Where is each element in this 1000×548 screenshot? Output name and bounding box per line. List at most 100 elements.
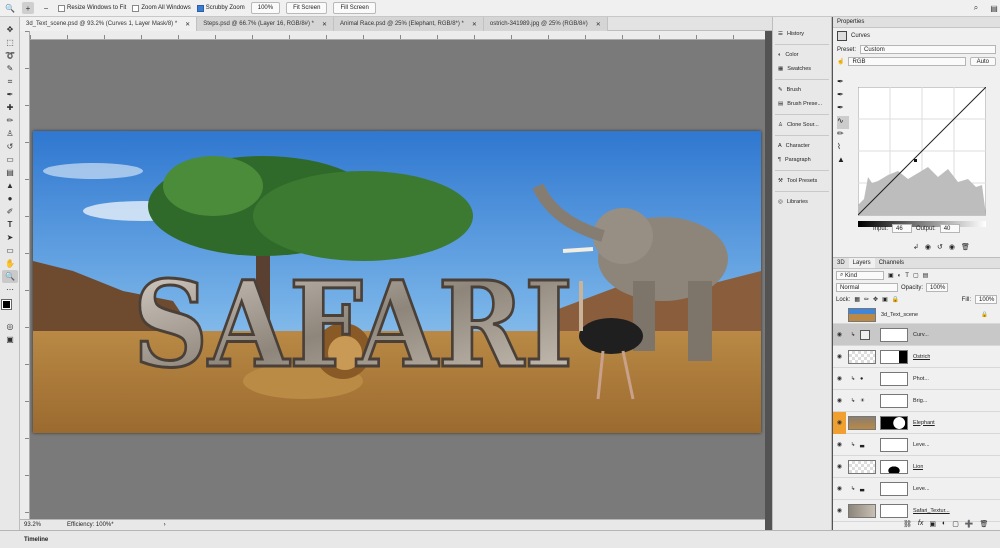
preset-select[interactable]: Custom: [860, 45, 996, 54]
more-tools-icon[interactable]: ⋯: [2, 283, 18, 296]
fill-field[interactable]: 100%: [975, 295, 997, 304]
curves-graph[interactable]: [858, 87, 986, 231]
eyedropper-white-icon[interactable]: ✒: [837, 103, 849, 116]
layer-row[interactable]: ◉ ↳ ● Phot...: [833, 368, 1000, 390]
zoom-tool-icon[interactable]: 🔍: [4, 2, 16, 14]
trash-icon[interactable]: 🗑: [961, 243, 970, 251]
dock-brush-presets[interactable]: ▤ Brush Prese...: [773, 97, 831, 111]
dock-swatches[interactable]: ▦ Swatches: [773, 62, 831, 76]
zoom-out-icon[interactable]: −: [40, 2, 52, 14]
dock-clone-source[interactable]: ♙ Clone Sour...: [773, 118, 831, 132]
path-select-tool-icon[interactable]: ➤: [2, 231, 18, 244]
layer-mask-thumbnail[interactable]: [880, 415, 908, 430]
layer-row[interactable]: ◉ Elephant: [833, 411, 1000, 434]
tab-channels[interactable]: Channels: [875, 258, 908, 268]
dock-libraries[interactable]: ◎ Libraries: [773, 195, 831, 209]
layer-mask-thumbnail[interactable]: [880, 503, 908, 518]
filter-pixel-icon[interactable]: ▣: [888, 272, 894, 279]
auto-button[interactable]: Auto: [969, 57, 996, 66]
pen-tool-icon[interactable]: ✐: [2, 205, 18, 218]
zoom-all-checkbox[interactable]: Zoom All Windows: [132, 4, 191, 12]
tab-3d-text-scene[interactable]: 3d_Text_scene.psd @ 93.2% (Curves 1, Lay…: [20, 17, 198, 31]
input-field[interactable]: 46: [892, 224, 913, 233]
layer-row[interactable]: 3d_Text_scene 🔒: [833, 306, 1000, 324]
tab-3d[interactable]: 3D: [833, 258, 849, 268]
quick-mask-icon[interactable]: ◎: [2, 320, 18, 333]
visibility-eye-icon[interactable]: ◉: [833, 411, 846, 434]
clip-to-layer-icon[interactable]: ↲: [913, 243, 919, 251]
tab-steps[interactable]: Steps.psd @ 66.7% (Layer 16, RGB/8#) * ✕: [197, 17, 335, 31]
screen-mode-icon[interactable]: ▣: [2, 333, 18, 346]
lock-paint-icon[interactable]: ✏: [864, 296, 869, 303]
layer-mask-thumbnail[interactable]: [880, 349, 908, 364]
move-tool-icon[interactable]: ✥: [2, 23, 18, 36]
fit-screen-button[interactable]: Fit Screen: [286, 2, 328, 14]
link-icon[interactable]: ⛓: [903, 520, 912, 528]
channel-select[interactable]: RGB: [848, 57, 966, 66]
visibility-icon[interactable]: ◉: [949, 243, 955, 251]
lasso-tool-icon[interactable]: ➰: [2, 49, 18, 62]
healing-tool-icon[interactable]: ✚: [2, 101, 18, 114]
clipping-warning-icon[interactable]: ▲: [837, 155, 849, 168]
blend-mode-select[interactable]: Normal: [836, 283, 898, 292]
search-icon[interactable]: ⌕: [970, 2, 982, 14]
visibility-eye-icon[interactable]: ◉: [833, 353, 846, 360]
visibility-eye-icon[interactable]: ◉: [833, 441, 846, 448]
status-arrow-icon[interactable]: ›: [164, 522, 166, 528]
dock-color[interactable]: ◐ Color: [773, 48, 831, 62]
opacity-field[interactable]: 100%: [926, 283, 949, 292]
curve-point[interactable]: [914, 159, 917, 162]
layer-mask-thumbnail[interactable]: [880, 437, 908, 452]
layer-mask-thumbnail[interactable]: [880, 371, 908, 386]
filter-adjust-icon[interactable]: ◐: [898, 273, 902, 279]
zoom-tool-icon[interactable]: 🔍: [2, 270, 18, 283]
tab-layers[interactable]: Layers: [848, 258, 875, 268]
visibility-eye-icon[interactable]: ◉: [833, 375, 846, 382]
blur-tool-icon[interactable]: ▲: [2, 179, 18, 192]
zoom-100-button[interactable]: 100%: [250, 2, 281, 14]
filter-shape-icon[interactable]: ▢: [913, 272, 919, 279]
adjustment-icon[interactable]: ◐: [942, 520, 946, 528]
eraser-tool-icon[interactable]: ▭: [2, 153, 18, 166]
brush-tool-icon[interactable]: ✏: [2, 114, 18, 127]
curve-edit-icon[interactable]: ∿: [837, 116, 849, 129]
visibility-eye-icon[interactable]: ◉: [833, 331, 846, 338]
scrubby-zoom-checkbox[interactable]: Scrubby Zoom: [196, 4, 245, 12]
type-tool-icon[interactable]: T: [2, 218, 18, 231]
properties-tab[interactable]: Properties: [833, 17, 1000, 28]
eyedropper-tool-icon[interactable]: ✒: [2, 88, 18, 101]
dock-character[interactable]: A Character: [773, 139, 831, 153]
eyedropper-gray-icon[interactable]: ✒: [837, 90, 849, 103]
layer-mask-thumbnail[interactable]: [880, 481, 908, 496]
dock-paragraph[interactable]: ¶ Paragraph: [773, 153, 831, 167]
document-canvas[interactable]: SAFARI: [33, 131, 761, 433]
timeline-bar[interactable]: Timeline: [0, 530, 1000, 548]
layer-row[interactable]: ◉ ↳ ▃ Leve...: [833, 434, 1000, 456]
hand-tool-icon[interactable]: ✋: [2, 257, 18, 270]
zoom-readout[interactable]: 93.2%: [24, 522, 41, 528]
close-icon[interactable]: ✕: [185, 21, 190, 28]
tab-ostrich[interactable]: ostrich-341989.jpg @ 25% (RGB/8#) ✕: [483, 17, 608, 31]
layer-row[interactable]: ◉ Safari_Textur...: [833, 500, 1000, 522]
new-layer-icon[interactable]: ➕: [965, 520, 974, 528]
trash-icon[interactable]: 🗑: [980, 520, 989, 528]
group-icon[interactable]: ▢: [952, 520, 959, 528]
color-swatches[interactable]: [0, 298, 19, 320]
reset-icon[interactable]: ↺: [937, 243, 943, 251]
crop-tool-icon[interactable]: ⌗: [2, 75, 18, 88]
pencil-icon[interactable]: ✏: [837, 129, 849, 142]
lock-move-icon[interactable]: ✥: [873, 296, 878, 303]
fx-icon[interactable]: fx: [918, 520, 923, 528]
resize-windows-checkbox[interactable]: Resize Windows to Fit: [58, 4, 126, 12]
layer-mask-thumbnail[interactable]: [880, 327, 908, 342]
dock-brush[interactable]: ✎ Brush: [773, 83, 831, 97]
quick-select-tool-icon[interactable]: ✎: [2, 62, 18, 75]
filter-smart-icon[interactable]: ▤: [923, 272, 929, 279]
layer-row[interactable]: ◉ ↳ ☀ Brig...: [833, 390, 1000, 412]
tab-animal-race[interactable]: Animal Race.psd @ 25% (Elephant, RGB/8*)…: [334, 17, 484, 31]
gradient-tool-icon[interactable]: ▤: [2, 166, 18, 179]
close-icon[interactable]: ✕: [322, 21, 327, 28]
layer-row[interactable]: ◉ Ostrich: [833, 346, 1000, 368]
stamp-tool-icon[interactable]: ♙: [2, 127, 18, 140]
layer-mask-thumbnail[interactable]: [880, 393, 908, 408]
